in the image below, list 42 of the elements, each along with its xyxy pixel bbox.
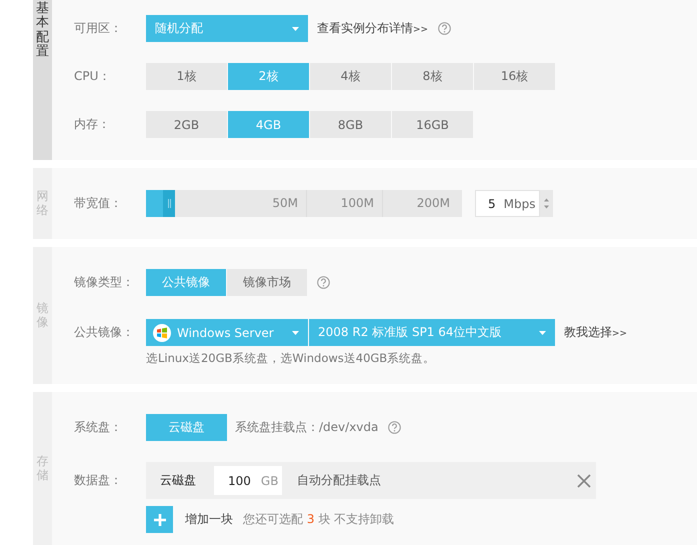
memory-option[interactable]: 16GB <box>392 111 473 138</box>
windows-logo-icon <box>153 324 171 342</box>
cpu-option[interactable]: 16核 <box>474 63 555 90</box>
disk-type-text: 云磁盘 <box>160 472 197 489</box>
disk-size-input[interactable]: 100 GB <box>214 466 282 495</box>
slider-mark: 50M <box>271 195 299 212</box>
close-icon[interactable] <box>577 474 591 488</box>
plus-icon <box>154 514 166 526</box>
mount-point-text: 系统盘挂载点：/dev/xvda <box>235 419 378 436</box>
field-label: 数据盘： <box>74 472 123 489</box>
memory-option[interactable]: 2GB <box>146 111 227 138</box>
image-type-tab[interactable]: 镜像市场 <box>227 269 307 296</box>
guide-link[interactable]: 教我选择>> <box>564 324 628 341</box>
help-icon[interactable] <box>388 421 402 434</box>
field-label: CPU： <box>74 68 112 85</box>
slider-mark: 100M <box>306 190 382 217</box>
field-label: 可用区： <box>74 20 123 37</box>
mount-point-text: 自动分配挂载点 <box>297 472 381 489</box>
help-icon[interactable] <box>317 276 330 289</box>
cpu-option[interactable]: 4核 <box>310 63 391 90</box>
spinner-icon[interactable] <box>540 190 553 217</box>
slider-mark: 200M <box>382 190 462 217</box>
remaining-note: 您还可选配 3 块 不支持卸载 <box>243 511 394 528</box>
caret-icon <box>292 26 299 30</box>
caret-icon <box>292 330 299 334</box>
cpu-option[interactable]: 8核 <box>392 63 473 90</box>
memory-option[interactable]: 8GB <box>310 111 391 138</box>
help-icon[interactable] <box>438 22 452 35</box>
slider-handle[interactable] <box>163 190 176 217</box>
field-label: 带宽值： <box>74 195 123 212</box>
cpu-option[interactable]: 1核 <box>146 63 227 90</box>
add-button[interactable] <box>146 506 173 533</box>
add-disk-label: 增加一块 <box>185 511 233 528</box>
image-hint: 选Linux送20GB系统盘，选Windows送40GB系统盘。 <box>146 351 436 366</box>
distribution-link[interactable]: 查看实例分布详情>> <box>317 20 428 37</box>
field-label: 公共镜像： <box>74 324 135 341</box>
field-label: 系统盘： <box>74 419 123 436</box>
caret-icon <box>539 330 546 334</box>
bandwidth-input[interactable]: 5 Mbps <box>475 190 540 217</box>
field-label: 内存： <box>74 116 111 133</box>
field-label: 镜像类型： <box>74 274 135 291</box>
section-title: 基本配置 <box>36 2 49 60</box>
